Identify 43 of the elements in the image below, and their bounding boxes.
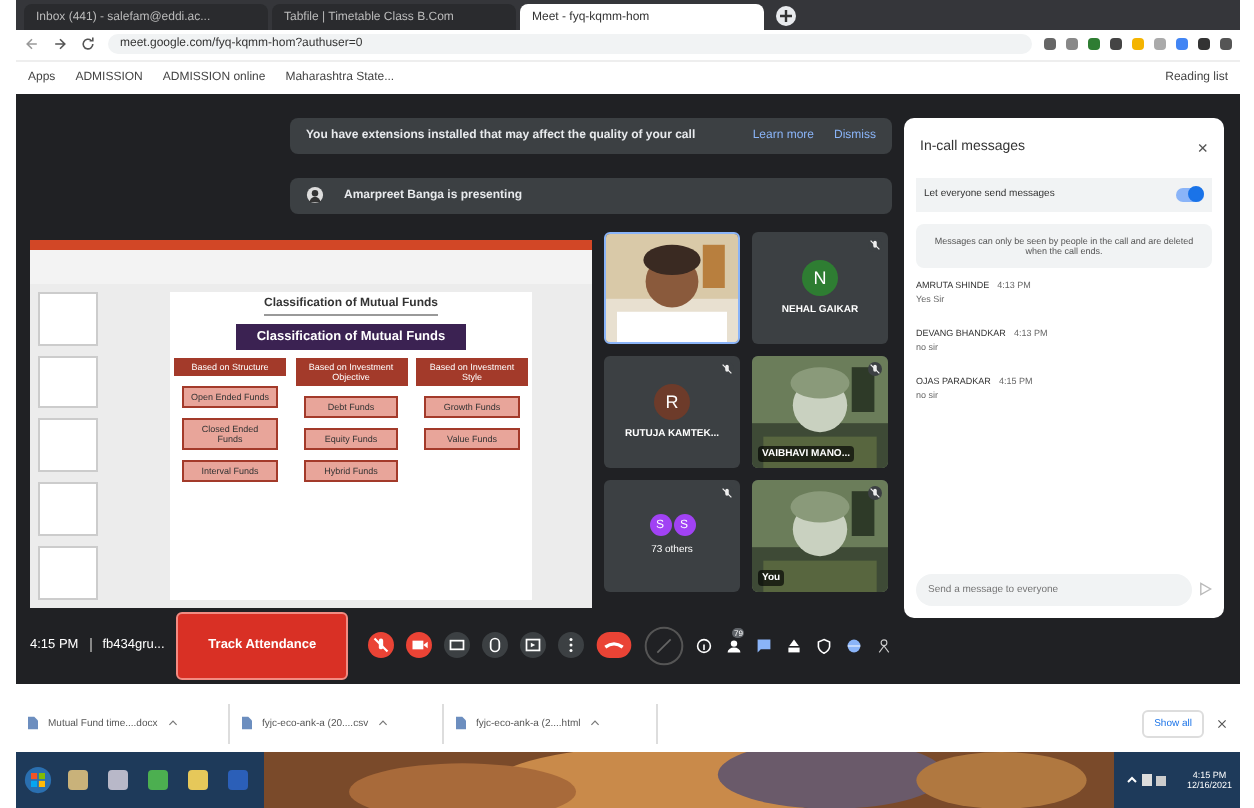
- plus-icon[interactable]: [776, 6, 796, 27]
- start-icon[interactable]: [24, 765, 52, 794]
- file-icon: [28, 716, 38, 731]
- slide-thumbnail[interactable]: [38, 482, 98, 536]
- caret-icon[interactable]: [378, 720, 389, 727]
- participant-tile[interactable]: [604, 231, 740, 344]
- muted-mic-icon: [720, 361, 734, 376]
- camera-off-icon[interactable]: [406, 632, 432, 659]
- more-icon[interactable]: [558, 632, 584, 659]
- taskbar-app-icon[interactable]: [184, 765, 212, 794]
- avatar: R: [654, 383, 690, 420]
- file-icon: [242, 716, 252, 731]
- taskbar-app-icon[interactable]: [144, 765, 172, 794]
- slide-thumbnail[interactable]: [38, 291, 98, 346]
- muted-mic-icon: [868, 485, 882, 500]
- toggle-switch[interactable]: [1176, 187, 1204, 202]
- slide-thumbnail[interactable]: [38, 355, 98, 409]
- back-icon[interactable]: [24, 36, 40, 53]
- present-icon[interactable]: [520, 632, 546, 659]
- slide-thumbnail[interactable]: [38, 418, 98, 473]
- people-icon[interactable]: [726, 637, 742, 654]
- caret-icon[interactable]: [167, 720, 178, 727]
- muted-mic-icon: [868, 361, 882, 376]
- shapes-icon[interactable]: [786, 637, 802, 654]
- close-icon[interactable]: [1216, 717, 1228, 730]
- extension-icons[interactable]: [1044, 38, 1232, 51]
- close-button[interactable]: ×: [1197, 137, 1208, 158]
- avatar: N: [802, 259, 838, 296]
- caret-icon[interactable]: [590, 720, 601, 727]
- muted-mic-icon: [720, 485, 734, 500]
- slide-thumbnail[interactable]: [38, 546, 98, 600]
- mic-off-icon[interactable]: [368, 632, 394, 659]
- reload-icon[interactable]: [80, 36, 96, 53]
- info-icon[interactable]: [696, 637, 712, 654]
- shield-icon[interactable]: [816, 637, 832, 654]
- taskbar-app-icon[interactable]: [104, 765, 132, 794]
- file-icon: [456, 716, 466, 731]
- chat-icon[interactable]: [756, 637, 772, 654]
- hang-up-icon[interactable]: [596, 632, 632, 659]
- taskbar-app-icon[interactable]: [64, 765, 92, 794]
- muted-mic-icon: [868, 237, 882, 252]
- forward-icon[interactable]: [52, 36, 68, 53]
- globe-icon[interactable]: [846, 637, 862, 654]
